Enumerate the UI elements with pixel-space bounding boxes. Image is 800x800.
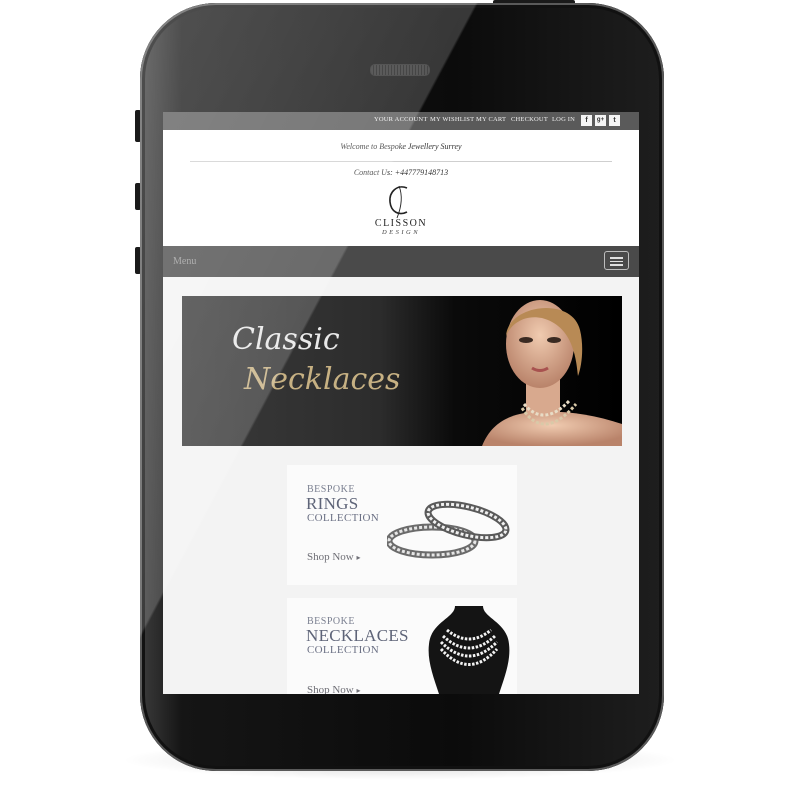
logo-wordmark[interactable]: CLISSON bbox=[163, 218, 639, 229]
menu-label[interactable]: Menu bbox=[173, 256, 196, 267]
rings-promo-line3: COLLECTION bbox=[307, 512, 380, 524]
rings-promo-line2: RINGS bbox=[306, 494, 359, 513]
device-screen: YOUR ACCOUNT MY WISHLIST MY CART CHECKOU… bbox=[163, 112, 639, 694]
clisson-logo-mark-icon[interactable] bbox=[385, 182, 415, 222]
site-header: Welcome to Bespoke Jewellery Surrey Cont… bbox=[163, 130, 639, 246]
rings-collection-banner[interactable]: BESPOKE RINGS COLLECTION Shop Now ▸ bbox=[287, 465, 517, 585]
necklaces-promo-line2: NECKLACES bbox=[306, 626, 409, 645]
chevron-right-icon: ▸ bbox=[356, 686, 361, 694]
necklaces-shop-now-label: Shop Now bbox=[307, 684, 354, 694]
facebook-icon[interactable]: f bbox=[581, 115, 592, 126]
hamburger-icon[interactable] bbox=[604, 251, 629, 270]
necklaces-shop-now-link[interactable]: Shop Now ▸ bbox=[307, 684, 361, 694]
contact-phone: Contact Us: +447779148713 bbox=[353, 168, 449, 177]
main-content: Classic Necklaces BESPOKE RINGS COLLECTI… bbox=[163, 277, 639, 694]
rings-shop-now-label: Shop Now bbox=[307, 551, 354, 563]
hero-title-line2: Necklaces bbox=[244, 362, 401, 397]
twitter-icon[interactable]: t bbox=[609, 115, 620, 126]
diamond-rings-image bbox=[387, 500, 510, 559]
log-in-link[interactable]: LOG IN bbox=[552, 116, 575, 123]
header-divider bbox=[190, 161, 612, 162]
hero-title-line1: Classic bbox=[232, 322, 340, 357]
google-plus-icon[interactable]: g+ bbox=[595, 115, 606, 126]
rings-shop-now-link[interactable]: Shop Now ▸ bbox=[307, 551, 361, 563]
top-account-bar: YOUR ACCOUNT MY WISHLIST MY CART CHECKOU… bbox=[163, 112, 639, 130]
my-cart-link[interactable]: MY CART bbox=[476, 116, 506, 123]
welcome-message: Welcome to Bespoke Jewellery Surrey bbox=[340, 142, 462, 151]
logo-subtitle: DESIGN bbox=[381, 229, 421, 236]
your-account-link[interactable]: YOUR ACCOUNT bbox=[374, 116, 428, 123]
my-wishlist-link[interactable]: MY WISHLIST bbox=[430, 116, 474, 123]
pearl-necklace-bust-image bbox=[428, 606, 510, 694]
hero-banner[interactable]: Classic Necklaces bbox=[182, 296, 622, 446]
speaker-grille bbox=[370, 64, 430, 76]
necklaces-collection-banner[interactable]: BESPOKE NECKLACES COLLECTION Shop Now ▸ bbox=[287, 598, 517, 694]
model-portrait-image bbox=[482, 300, 622, 446]
checkout-link[interactable]: CHECKOUT bbox=[511, 116, 548, 123]
chevron-right-icon: ▸ bbox=[356, 553, 361, 562]
menu-bar: Menu bbox=[163, 246, 639, 277]
necklaces-promo-line3: COLLECTION bbox=[307, 644, 380, 656]
